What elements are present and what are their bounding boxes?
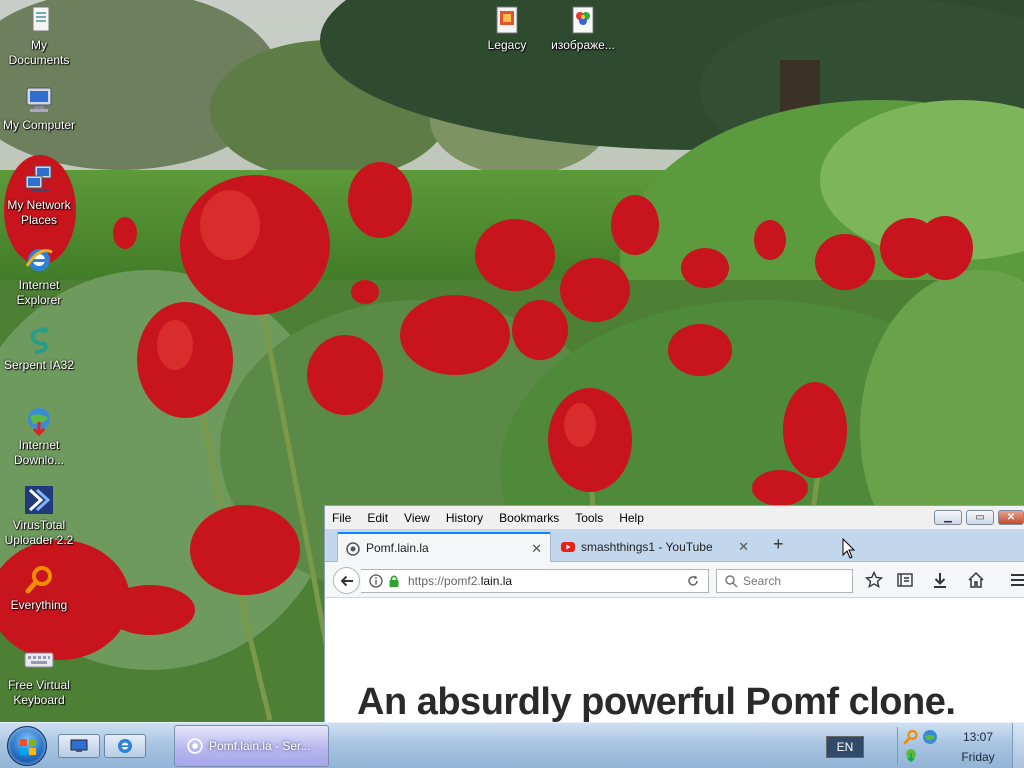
desktop-icon-virtual-keyboard[interactable]: Free Virtual Keyboard xyxy=(0,644,78,708)
desktop-icon-label: Free Virtual Keyboard xyxy=(8,678,70,707)
youtube-icon xyxy=(561,542,575,552)
taskbar: Pomf.lain.la - Ser... EN 13:07 Friday xyxy=(0,722,1024,768)
language-indicator[interactable]: EN xyxy=(826,736,864,758)
taskbar-button-label: Pomf.lain.la - Ser... xyxy=(209,739,311,753)
mouse-cursor-icon xyxy=(842,538,856,559)
virtual-keyboard-icon xyxy=(24,652,54,668)
url-host: lain.la xyxy=(480,574,513,588)
close-window-button[interactable]: ✕ xyxy=(998,510,1024,525)
desktop-icon-internet-explorer[interactable]: Internet Explorer xyxy=(0,244,78,308)
image-file-icon xyxy=(572,6,594,34)
menu-history[interactable]: History xyxy=(445,509,484,527)
hamburger-menu-icon[interactable] xyxy=(1009,571,1024,589)
my-documents-icon xyxy=(32,6,50,32)
page-headline: An absurdly powerful Pomf clone. xyxy=(357,681,956,722)
desktop-icon-label: My Computer xyxy=(2,118,76,132)
internet-explorer-icon xyxy=(118,739,132,753)
menu-view[interactable]: View xyxy=(403,509,431,527)
tab-title: smashthings1 - YouTube xyxy=(581,540,713,554)
desktop-icon-image-file[interactable]: изображе... xyxy=(544,4,622,53)
menu-file[interactable]: File xyxy=(331,509,352,527)
desktop-icon-label: My Network Places xyxy=(7,198,71,227)
bookmark-star-icon[interactable] xyxy=(865,571,883,589)
info-icon[interactable] xyxy=(369,574,383,588)
desktop-icon-virustotal[interactable]: VirusTotal Uploader 2.2 xyxy=(0,484,78,548)
menu-bar: File Edit View History Bookmarks Tools H… xyxy=(325,506,1024,529)
ie-quicklaunch-button[interactable] xyxy=(104,734,146,758)
tab-title: Pomf.lain.la xyxy=(366,541,429,555)
url-prefix: https://pomf2. xyxy=(408,574,481,588)
desktop-icon-label: Internet Explorer xyxy=(16,278,62,307)
menu-bookmarks[interactable]: Bookmarks xyxy=(498,509,560,527)
internet-download-icon xyxy=(28,408,50,436)
desktop-icon-label: Everything xyxy=(10,598,68,612)
desktop-icon-my-documents[interactable]: My Documents xyxy=(0,4,78,68)
windows-logo-icon xyxy=(20,739,36,755)
show-desktop-button[interactable] xyxy=(1012,723,1024,768)
url-bar[interactable]: https://pomf2.lain.la xyxy=(361,569,709,593)
desktop-icon-internet-download[interactable]: Internet Downlo... xyxy=(0,404,78,468)
maximize-button[interactable]: ▭ xyxy=(966,510,994,525)
pomf-favicon xyxy=(187,738,203,754)
pomf-favicon xyxy=(346,542,360,556)
desktop-icon-label: My Documents xyxy=(8,38,70,67)
search-placeholder: Search xyxy=(743,574,782,588)
back-button[interactable] xyxy=(333,567,360,594)
clock-day: Friday xyxy=(961,750,995,764)
desktop-icon-network-places[interactable]: My Network Places xyxy=(0,164,78,228)
internet-explorer-icon xyxy=(25,249,53,271)
close-icon: ✕ xyxy=(1006,511,1016,523)
start-button[interactable] xyxy=(7,726,47,766)
browser-window: File Edit View History Bookmarks Tools H… xyxy=(324,505,1024,722)
clock-time: 13:07 xyxy=(962,730,994,744)
legacy-icon xyxy=(496,6,518,34)
reading-list-icon[interactable] xyxy=(896,571,914,589)
minimize-button[interactable]: ▁ xyxy=(934,510,962,525)
virustotal-icon xyxy=(25,486,53,514)
downloads-icon[interactable] xyxy=(931,571,949,589)
search-box[interactable]: Search xyxy=(716,569,853,593)
desktop-icon-label: Internet Downlo... xyxy=(13,438,65,467)
back-arrow-icon xyxy=(340,575,353,586)
tab-pomf[interactable]: Pomf.lain.la ✕ xyxy=(337,532,551,562)
search-icon xyxy=(725,575,738,588)
system-clock[interactable]: 13:07 Friday xyxy=(948,727,1008,767)
reload-icon[interactable] xyxy=(686,574,700,588)
network-places-icon xyxy=(25,165,52,191)
show-desktop-quicklaunch-button[interactable] xyxy=(58,734,100,758)
desktop-icon-legacy[interactable]: Legacy xyxy=(468,4,546,53)
tab-close-button[interactable]: ✕ xyxy=(738,539,749,555)
my-computer-icon xyxy=(26,87,52,112)
navigation-toolbar: https://pomf2.lain.la Search xyxy=(325,562,1024,598)
url-text: https://pomf2.lain.la xyxy=(408,574,512,588)
download-tray-icon[interactable] xyxy=(904,748,918,762)
desktop-icon-everything[interactable]: Everything xyxy=(0,564,78,613)
tab-youtube[interactable]: smashthings1 - YouTube ✕ xyxy=(553,532,757,562)
window-controls: ▁ ▭ ✕ xyxy=(934,510,1024,525)
desktop-icon-label: VirusTotal Uploader 2.2 xyxy=(4,518,74,547)
desktop-icon-serpent[interactable]: Serpent IA32 xyxy=(0,324,78,373)
tray-divider xyxy=(897,727,898,765)
serpent-icon xyxy=(30,327,48,354)
menu-edit[interactable]: Edit xyxy=(366,509,389,527)
maximize-icon: ▭ xyxy=(975,511,985,523)
menu-help[interactable]: Help xyxy=(618,509,645,527)
desktop-icon xyxy=(70,739,88,752)
lock-icon xyxy=(389,575,399,587)
taskbar-firefox-button[interactable]: Pomf.lain.la - Ser... xyxy=(174,725,329,767)
desktop-icon-my-computer[interactable]: My Computer xyxy=(0,84,78,133)
desktop-icon-label: Serpent IA32 xyxy=(3,358,75,372)
everything-search-icon xyxy=(25,566,52,594)
minimize-icon: ▁ xyxy=(944,511,952,523)
tab-close-button[interactable]: ✕ xyxy=(531,541,542,557)
tab-strip: Pomf.lain.la ✕ smashthings1 - YouTube ✕ … xyxy=(325,529,1024,562)
page-content: An absurdly powerful Pomf clone. xyxy=(325,599,1024,722)
home-icon[interactable] xyxy=(967,571,985,589)
desktop-icon-label: изображе... xyxy=(551,38,615,52)
everything-tray-icon[interactable] xyxy=(903,729,919,745)
network-tray-icon[interactable] xyxy=(922,729,938,745)
new-tab-button[interactable]: + xyxy=(773,535,784,553)
menu-tools[interactable]: Tools xyxy=(574,509,604,527)
desktop-icon-label: Legacy xyxy=(487,38,527,52)
